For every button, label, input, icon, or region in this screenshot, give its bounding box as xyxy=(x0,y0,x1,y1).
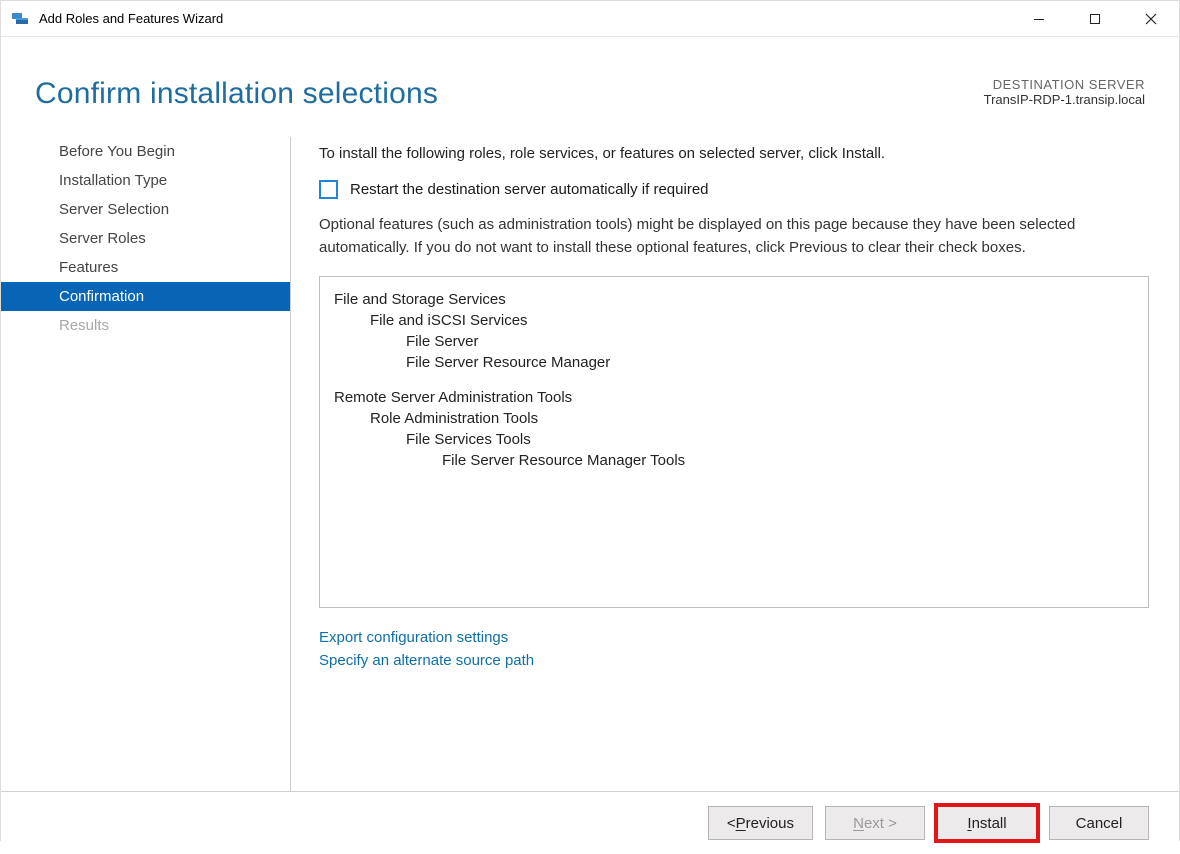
main-panel: To install the following roles, role ser… xyxy=(291,137,1179,791)
list-item: Remote Server Administration Tools xyxy=(334,389,1138,406)
sidebar-item-results: Results xyxy=(1,311,290,340)
page-title: Confirm installation selections xyxy=(35,77,438,111)
body: Before You Begin Installation Type Serve… xyxy=(1,111,1179,791)
header: Confirm installation selections DESTINAT… xyxy=(1,37,1179,111)
list-item: File Server Resource Manager xyxy=(334,354,1138,371)
cancel-button[interactable]: Cancel xyxy=(1049,806,1149,840)
list-item: Role Administration Tools xyxy=(334,410,1138,427)
maximize-button[interactable] xyxy=(1067,1,1123,36)
close-button[interactable] xyxy=(1123,1,1179,36)
titlebar: Add Roles and Features Wizard xyxy=(1,1,1179,37)
optional-features-note: Optional features (such as administratio… xyxy=(319,213,1149,260)
sidebar-item-before-you-begin[interactable]: Before You Begin xyxy=(1,137,290,166)
destination-block: DESTINATION SERVER TransIP-RDP-1.transip… xyxy=(984,77,1145,107)
sidebar-item-server-roles[interactable]: Server Roles xyxy=(1,224,290,253)
sidebar-item-server-selection[interactable]: Server Selection xyxy=(1,195,290,224)
destination-label: DESTINATION SERVER xyxy=(984,77,1145,92)
list-item: File Server Resource Manager Tools xyxy=(334,452,1138,469)
restart-row: Restart the destination server automatic… xyxy=(319,180,1149,199)
window-controls xyxy=(1011,1,1179,36)
list-item: File Server xyxy=(334,333,1138,350)
previous-button[interactable]: < Previous xyxy=(708,806,813,840)
minimize-button[interactable] xyxy=(1011,1,1067,36)
destination-server: TransIP-RDP-1.transip.local xyxy=(984,92,1145,107)
sidebar: Before You Begin Installation Type Serve… xyxy=(1,137,291,791)
list-item: File Services Tools xyxy=(334,431,1138,448)
window-title: Add Roles and Features Wizard xyxy=(39,11,223,26)
links: Export configuration settings Specify an… xyxy=(319,626,1149,673)
list-item: File and iSCSI Services xyxy=(334,312,1138,329)
footer: < Previous Next > Install Cancel xyxy=(1,791,1179,854)
selections-listbox[interactable]: File and Storage Services File and iSCSI… xyxy=(319,276,1149,608)
next-button: Next > xyxy=(825,806,925,840)
install-button[interactable]: Install xyxy=(937,806,1037,840)
sidebar-item-confirmation[interactable]: Confirmation xyxy=(1,282,290,311)
alternate-source-link[interactable]: Specify an alternate source path xyxy=(319,649,1149,672)
app-icon xyxy=(11,10,29,28)
restart-label: Restart the destination server automatic… xyxy=(350,181,709,198)
intro-text: To install the following roles, role ser… xyxy=(319,145,1149,162)
export-settings-link[interactable]: Export configuration settings xyxy=(319,626,1149,649)
restart-checkbox[interactable] xyxy=(319,180,338,199)
sidebar-item-features[interactable]: Features xyxy=(1,253,290,282)
list-item: File and Storage Services xyxy=(334,291,1138,308)
sidebar-item-installation-type[interactable]: Installation Type xyxy=(1,166,290,195)
